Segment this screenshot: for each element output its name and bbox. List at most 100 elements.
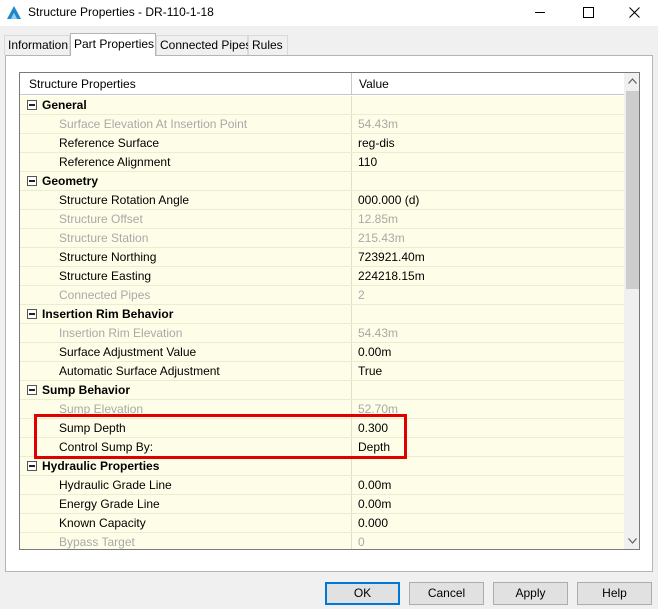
- property-name: Structure Rotation Angle: [59, 193, 190, 207]
- property-row-reference-alignment[interactable]: Reference Alignment 110: [20, 153, 624, 172]
- category-row-hydraulic-properties[interactable]: Hydraulic Properties: [20, 457, 624, 476]
- property-name: Energy Grade Line: [59, 497, 160, 511]
- category-row-geometry[interactable]: Geometry: [20, 172, 624, 191]
- property-name: Control Sump By:: [59, 440, 154, 454]
- category-row-sump-behavior[interactable]: Sump Behavior: [20, 381, 624, 400]
- property-row-sump-depth[interactable]: Sump Depth 0.300: [20, 419, 624, 438]
- scroll-up-arrow-icon: [628, 78, 637, 84]
- cancel-button[interactable]: Cancel: [409, 582, 484, 605]
- property-name: Sump Depth: [59, 421, 126, 435]
- column-divider[interactable]: [351, 73, 352, 95]
- property-name: Connected Pipes: [59, 288, 151, 302]
- tab-rules[interactable]: Rules: [248, 35, 288, 55]
- scroll-down-button[interactable]: [624, 533, 639, 549]
- category-label: Geometry: [42, 174, 99, 188]
- property-value[interactable]: 110: [358, 155, 377, 169]
- property-row-reference-surface[interactable]: Reference Surface reg-dis: [20, 134, 624, 153]
- property-name: Automatic Surface Adjustment: [59, 364, 220, 378]
- property-value: 52.70m: [358, 402, 399, 416]
- property-value[interactable]: reg-dis: [358, 136, 395, 150]
- property-value: 215.43m: [358, 231, 405, 245]
- property-row-structure-offset[interactable]: Structure Offset 12.85m: [20, 210, 624, 229]
- collapse-minus-icon[interactable]: [27, 100, 37, 110]
- grid-header: Structure Properties Value: [20, 73, 624, 95]
- property-name: Reference Surface: [59, 136, 160, 150]
- property-value: 12.85m: [358, 212, 399, 226]
- category-label: Insertion Rim Behavior: [42, 307, 174, 321]
- property-name: Surface Adjustment Value: [59, 345, 197, 359]
- close-icon: [629, 7, 640, 18]
- collapse-minus-icon[interactable]: [27, 176, 37, 186]
- property-name: Bypass Target: [59, 535, 135, 549]
- property-row-known-capacity[interactable]: Known Capacity 0.000: [20, 514, 624, 533]
- property-value: 54.43m: [358, 326, 399, 340]
- category-label: Hydraulic Properties: [42, 459, 160, 473]
- property-row-control-sump-by[interactable]: Control Sump By: Depth: [20, 438, 624, 457]
- property-name: Structure Easting: [59, 269, 152, 283]
- property-value[interactable]: 0.00m: [358, 497, 391, 511]
- property-value[interactable]: 224218.15m: [358, 269, 425, 283]
- property-value: 54.43m: [358, 117, 399, 131]
- property-row-structure-rotation-angle[interactable]: Structure Rotation Angle 000.000 (d): [20, 191, 624, 210]
- grid-rows: General Surface Elevation At Insertion Po…: [20, 96, 624, 549]
- scroll-down-arrow-icon: [628, 538, 637, 544]
- minimize-button[interactable]: [518, 0, 564, 26]
- maximize-icon: [583, 7, 594, 18]
- property-row-structure-easting[interactable]: Structure Easting 224218.15m: [20, 267, 624, 286]
- property-name: Sump Elevation: [59, 402, 144, 416]
- category-row-general[interactable]: General: [20, 96, 624, 115]
- property-value[interactable]: 0.300: [358, 421, 388, 435]
- property-row-structure-northing[interactable]: Structure Northing 723921.40m: [20, 248, 624, 267]
- title-bar[interactable]: Structure Properties - DR-110-1-18: [0, 0, 658, 26]
- property-value: 2: [358, 288, 365, 302]
- property-name: Known Capacity: [59, 516, 146, 530]
- property-value[interactable]: Depth: [358, 440, 390, 454]
- property-value[interactable]: 000.000 (d): [358, 193, 419, 207]
- collapse-minus-icon[interactable]: [27, 461, 37, 471]
- column-header-value[interactable]: Value: [359, 77, 389, 91]
- property-value: 0: [358, 535, 365, 549]
- property-grid: Structure Properties Value General Surfac…: [19, 72, 640, 550]
- property-row-insertion-rim-elevation[interactable]: Insertion Rim Elevation 54.43m: [20, 324, 624, 343]
- property-row-surface-elevation-at-insertion-point[interactable]: Surface Elevation At Insertion Point 54.4…: [20, 115, 624, 134]
- property-value[interactable]: 0.00m: [358, 478, 391, 492]
- property-row-surface-adjustment-value[interactable]: Surface Adjustment Value 0.00m: [20, 343, 624, 362]
- property-row-hydraulic-grade-line[interactable]: Hydraulic Grade Line 0.00m: [20, 476, 624, 495]
- help-button[interactable]: Help: [577, 582, 652, 605]
- window-title: Structure Properties - DR-110-1-18: [28, 5, 214, 19]
- property-name: Structure Northing: [59, 250, 157, 264]
- close-button[interactable]: [612, 0, 658, 26]
- vertical-scrollbar[interactable]: [624, 73, 639, 549]
- scroll-up-button[interactable]: [624, 73, 639, 90]
- property-row-sump-elevation[interactable]: Sump Elevation 52.70m: [20, 400, 624, 419]
- minimize-icon: [535, 12, 545, 13]
- property-row-bypass-target[interactable]: Bypass Target 0: [20, 533, 624, 549]
- collapse-minus-icon[interactable]: [27, 309, 37, 319]
- civil3d-logo-icon: [7, 6, 21, 19]
- category-label: General: [42, 98, 87, 112]
- scrollbar-thumb[interactable]: [626, 91, 639, 289]
- ok-button[interactable]: OK: [325, 582, 400, 605]
- tab-information[interactable]: Information: [4, 35, 70, 55]
- column-header-property[interactable]: Structure Properties: [29, 77, 136, 91]
- property-row-connected-pipes[interactable]: Connected Pipes 2: [20, 286, 624, 305]
- apply-button[interactable]: Apply: [493, 582, 568, 605]
- property-name: Reference Alignment: [59, 155, 171, 169]
- property-value[interactable]: 0.00m: [358, 345, 391, 359]
- property-name: Structure Offset: [59, 212, 143, 226]
- maximize-button[interactable]: [566, 0, 612, 26]
- property-value[interactable]: True: [358, 364, 382, 378]
- tab-strip: Information Part Properties Connected Pi…: [0, 33, 658, 56]
- tab-part-properties[interactable]: Part Properties: [70, 33, 156, 56]
- property-name: Insertion Rim Elevation: [59, 326, 183, 340]
- property-value[interactable]: 0.000: [358, 516, 388, 530]
- collapse-minus-icon[interactable]: [27, 385, 37, 395]
- property-value[interactable]: 723921.40m: [358, 250, 425, 264]
- category-row-insertion-rim-behavior[interactable]: Insertion Rim Behavior: [20, 305, 624, 324]
- property-row-automatic-surface-adjustment[interactable]: Automatic Surface Adjustment True: [20, 362, 624, 381]
- property-row-energy-grade-line[interactable]: Energy Grade Line 0.00m: [20, 495, 624, 514]
- property-row-structure-station[interactable]: Structure Station 215.43m: [20, 229, 624, 248]
- property-name: Surface Elevation At Insertion Point: [59, 117, 248, 131]
- property-name: Hydraulic Grade Line: [59, 478, 172, 492]
- tab-connected-pipes[interactable]: Connected Pipes: [156, 35, 251, 55]
